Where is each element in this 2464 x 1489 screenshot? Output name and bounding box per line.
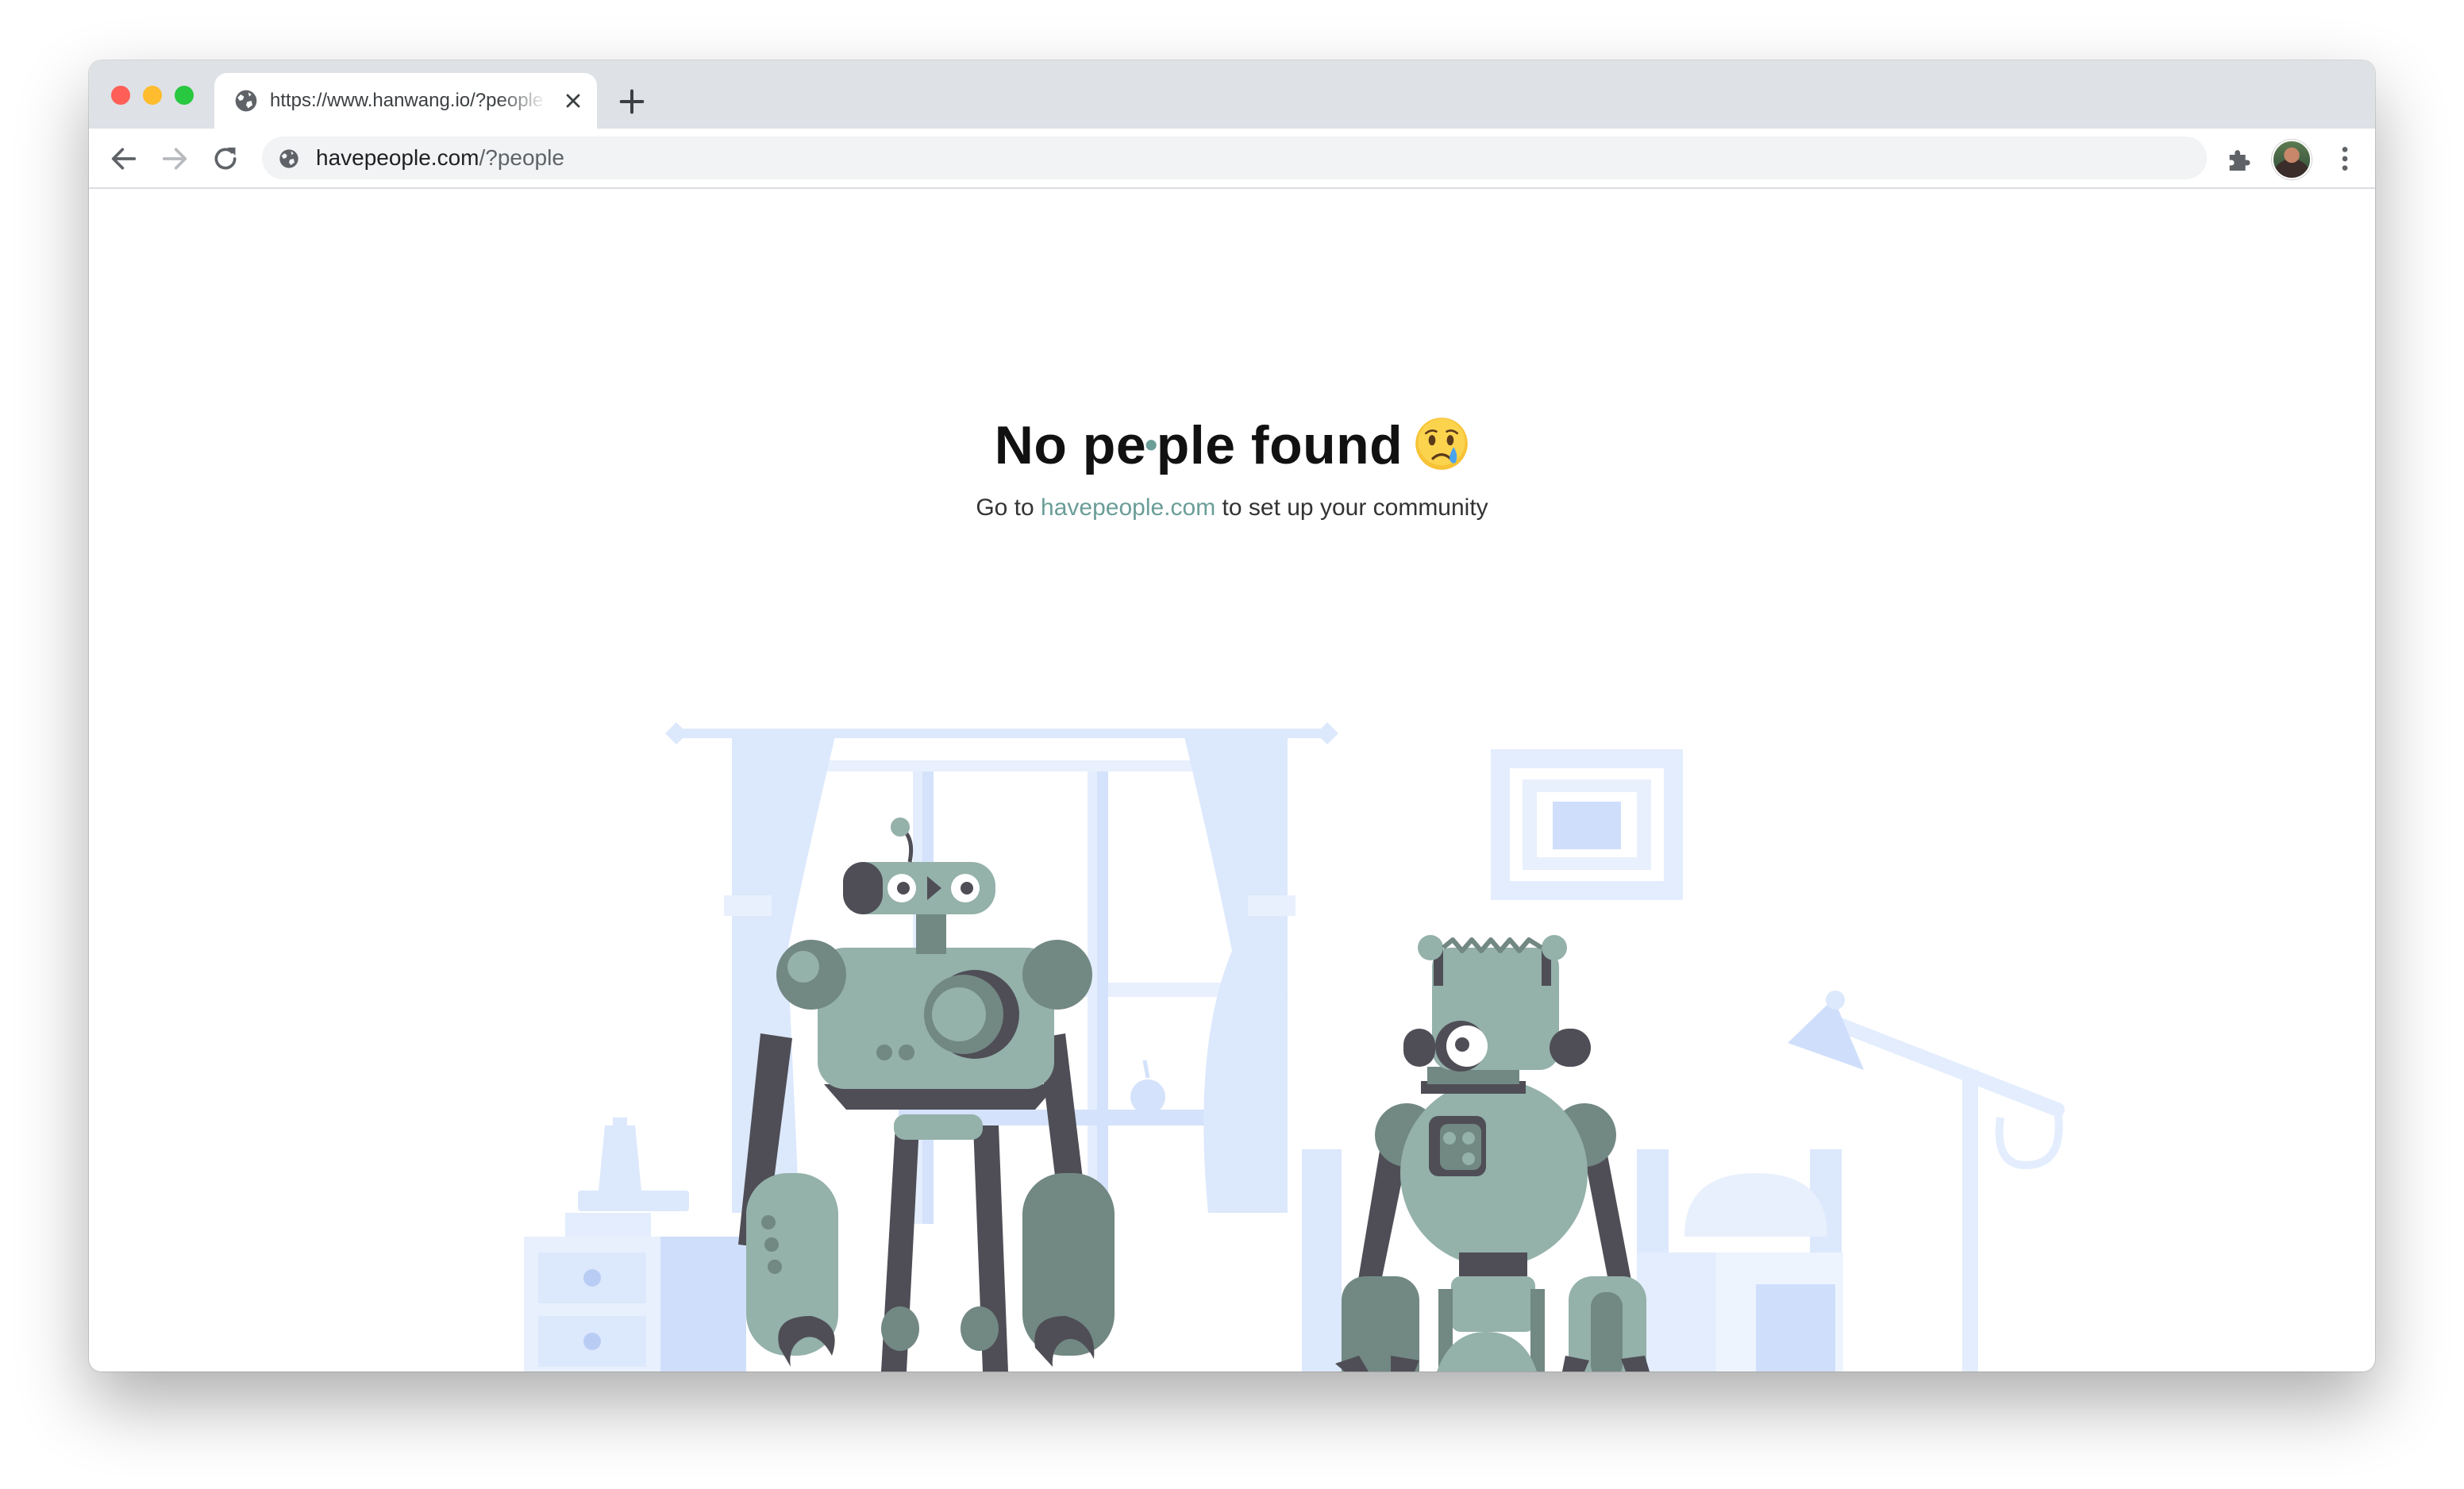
subtitle-suffix: to set up your community bbox=[1222, 494, 1488, 521]
minimize-window-button[interactable] bbox=[143, 86, 162, 105]
url-text[interactable]: havepeople.com/?people bbox=[316, 137, 564, 179]
maximize-window-button[interactable] bbox=[175, 86, 194, 105]
close-icon[interactable] bbox=[562, 90, 584, 112]
url-path: /?people bbox=[479, 145, 564, 170]
robot-round bbox=[1335, 935, 1650, 1372]
browser-tab-active[interactable]: https://www.hanwang.io/?people bbox=[214, 73, 597, 129]
plus-icon[interactable] bbox=[616, 86, 648, 117]
page-subtitle: Go to havepeople.com to set up your comm… bbox=[89, 494, 2375, 521]
kebab-menu-icon[interactable] bbox=[2329, 143, 2361, 175]
picture-frame bbox=[1491, 749, 1683, 900]
reload-icon[interactable] bbox=[210, 143, 241, 175]
crying-face-emoji bbox=[1415, 417, 1469, 470]
page-title: No pe•ple found bbox=[89, 414, 2375, 476]
heading-text-end: ple found bbox=[1156, 415, 1403, 475]
page-content: No pe•ple found Go to havepeople.com to … bbox=[89, 189, 2375, 1372]
heading-dot: • bbox=[1145, 424, 1158, 465]
arrow-right-icon[interactable] bbox=[159, 143, 191, 175]
empty-state-illustration bbox=[524, 722, 2065, 1372]
subtitle-prefix: Go to bbox=[976, 494, 1034, 521]
browser-window: https://www.hanwang.io/?people havepeopl… bbox=[89, 60, 2375, 1372]
close-window-button[interactable] bbox=[111, 86, 130, 105]
address-bar[interactable]: havepeople.com/?people bbox=[262, 137, 2207, 179]
url-host: havepeople.com bbox=[316, 145, 479, 170]
havepeople-link[interactable]: havepeople.com bbox=[1041, 494, 1215, 521]
nightstand-left bbox=[524, 1118, 746, 1372]
globe-icon[interactable] bbox=[278, 148, 300, 170]
arrow-left-icon[interactable] bbox=[108, 143, 140, 175]
browser-toolbar: havepeople.com/?people bbox=[89, 129, 2375, 189]
puzzle-icon[interactable] bbox=[2224, 143, 2256, 175]
avatar[interactable] bbox=[2272, 140, 2312, 179]
globe-icon bbox=[235, 90, 257, 112]
heading-text-start: No pe bbox=[994, 415, 1147, 475]
tab-title: https://www.hanwang.io/?people bbox=[270, 90, 544, 111]
tab-strip: https://www.hanwang.io/?people bbox=[89, 60, 2375, 129]
